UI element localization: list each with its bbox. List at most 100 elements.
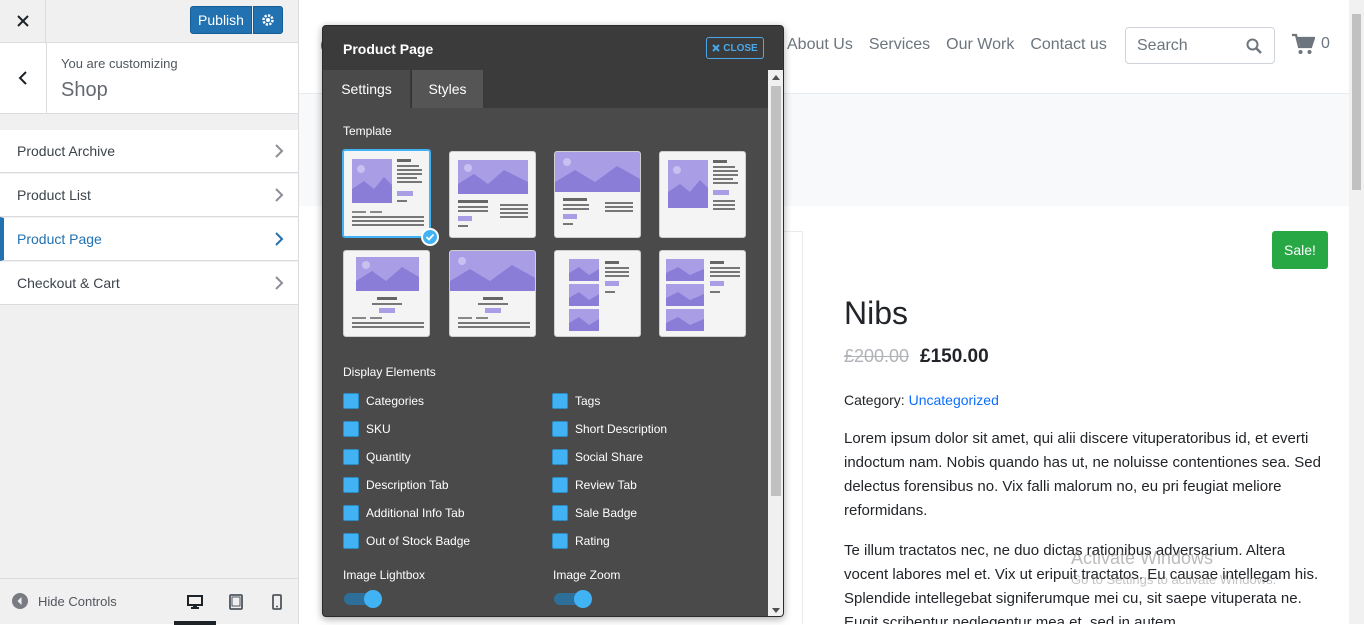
- checkbox[interactable]: [343, 449, 359, 465]
- chevron-right-icon: [275, 144, 284, 158]
- sidebar-item-product-page[interactable]: Product Page: [0, 217, 298, 261]
- nav-link-services[interactable]: Services: [869, 36, 930, 54]
- checkbox-tags[interactable]: Tags: [552, 393, 600, 409]
- search-placeholder: Search: [1137, 37, 1188, 54]
- checkbox[interactable]: [343, 477, 359, 493]
- customizer-sidebar: Publish You are customizing Shop Product…: [0, 0, 299, 625]
- checkbox-label: Rating: [575, 534, 610, 548]
- desktop-icon: [187, 595, 203, 609]
- template-option-2[interactable]: [449, 151, 536, 238]
- template-option-8[interactable]: [659, 250, 746, 337]
- chevron-left-icon: [18, 71, 27, 85]
- checkbox-review-tab[interactable]: Review Tab: [552, 477, 637, 493]
- template-option-3[interactable]: [554, 151, 641, 238]
- publish-settings-button[interactable]: [253, 6, 283, 34]
- site-search-input[interactable]: Search: [1125, 27, 1275, 64]
- template-preview-icon: [668, 160, 738, 210]
- checkbox-sale-badge[interactable]: Sale Badge: [552, 505, 637, 521]
- cart-count: 0: [1321, 35, 1330, 52]
- category-link[interactable]: Uncategorized: [909, 392, 999, 408]
- checkbox-rating[interactable]: Rating: [552, 533, 610, 549]
- close-icon: [712, 44, 720, 52]
- chevron-right-icon: [275, 276, 284, 290]
- collapse-arrow-icon: [12, 593, 28, 609]
- scroll-down-icon[interactable]: [772, 608, 780, 614]
- checkbox-description-tab[interactable]: Description Tab: [343, 477, 449, 493]
- site-navigation: About Us Services Our Work Contact us: [787, 36, 1123, 54]
- template-option-5[interactable]: [343, 250, 430, 337]
- checkbox[interactable]: [552, 477, 568, 493]
- checkbox-out-of-stock-badge[interactable]: Out of Stock Badge: [343, 533, 470, 549]
- checkbox-quantity[interactable]: Quantity: [343, 449, 411, 465]
- checkbox-short-description[interactable]: Short Description: [552, 421, 667, 437]
- checkbox-social-share[interactable]: Social Share: [552, 449, 643, 465]
- toggle-knob: [574, 590, 592, 608]
- back-button[interactable]: [0, 43, 47, 113]
- template-preview-icon: [352, 159, 424, 226]
- preview-desktop-button[interactable]: [174, 589, 216, 625]
- hide-controls-button[interactable]: Hide Controls: [12, 593, 117, 609]
- template-preview-icon: [450, 251, 535, 328]
- sidebar-menu: Product Archive Product List Product Pag…: [0, 129, 298, 305]
- tab-styles[interactable]: Styles: [411, 70, 483, 108]
- panel-scrollbar-thumb[interactable]: [771, 86, 781, 496]
- panel-scrollbar[interactable]: [768, 70, 783, 616]
- panel-header: Product Page CLOSE: [323, 26, 783, 70]
- preview-scrollbar-thumb[interactable]: [1352, 14, 1361, 190]
- sidebar-item-label: Product Page: [17, 231, 102, 247]
- sidebar-item-product-list[interactable]: Product List: [0, 173, 298, 217]
- toggle-knob: [364, 590, 382, 608]
- checkbox[interactable]: [343, 393, 359, 409]
- image-zoom-toggle[interactable]: [554, 590, 592, 608]
- image-lightbox-toggle[interactable]: [344, 590, 382, 608]
- preview-tablet-button[interactable]: [221, 589, 251, 615]
- windows-watermark-subtitle: Go to Settings to activate Windows.: [1071, 572, 1277, 587]
- checkbox[interactable]: [552, 533, 568, 549]
- sidebar-item-product-archive[interactable]: Product Archive: [0, 129, 298, 173]
- close-customizer-button[interactable]: [0, 0, 46, 42]
- sale-price: £150.00: [920, 346, 989, 367]
- nav-link-our-work[interactable]: Our Work: [946, 36, 1014, 54]
- template-preview-icon: [666, 259, 740, 331]
- template-option-1[interactable]: [342, 149, 431, 238]
- panel-close-button[interactable]: CLOSE: [706, 37, 764, 59]
- sidebar-item-label: Product List: [17, 187, 91, 203]
- checkbox-additional-info-tab[interactable]: Additional Info Tab: [343, 505, 465, 521]
- old-price: £200.00: [844, 346, 910, 366]
- template-option-6[interactable]: [449, 250, 536, 337]
- preview-mobile-button[interactable]: [262, 589, 292, 615]
- nav-link-about[interactable]: About Us: [787, 36, 853, 54]
- checkbox-sku[interactable]: SKU: [343, 421, 391, 437]
- image-zoom-label: Image Zoom: [553, 568, 621, 582]
- product-description-paragraph: Lorem ipsum dolor sit amet, qui alii dis…: [844, 430, 1321, 519]
- nav-link-contact[interactable]: Contact us: [1030, 36, 1106, 54]
- checkbox[interactable]: [552, 505, 568, 521]
- tablet-icon: [229, 594, 243, 610]
- checkbox[interactable]: [343, 505, 359, 521]
- template-option-4[interactable]: [659, 151, 746, 238]
- checkbox[interactable]: [552, 449, 568, 465]
- checkbox[interactable]: [343, 533, 359, 549]
- checkbox[interactable]: [343, 421, 359, 437]
- tab-settings[interactable]: Settings: [323, 70, 410, 108]
- publish-button[interactable]: Publish: [190, 6, 252, 34]
- cart-button[interactable]: 0: [1291, 33, 1330, 55]
- category-label: Category:: [844, 392, 905, 408]
- chevron-right-icon: [275, 232, 284, 246]
- checkbox-label: Tags: [575, 394, 601, 408]
- checkbox-label: Social Share: [575, 450, 644, 464]
- panel-tabs: Settings Styles: [323, 70, 783, 108]
- search-icon[interactable]: [1246, 38, 1262, 54]
- checkbox[interactable]: [552, 421, 568, 437]
- hide-controls-label: Hide Controls: [38, 593, 117, 609]
- checkbox-label: Out of Stock Badge: [366, 534, 471, 548]
- close-label: CLOSE: [723, 42, 758, 54]
- checkbox[interactable]: [552, 393, 568, 409]
- checkbox-categories[interactable]: Categories: [343, 393, 424, 409]
- template-option-7[interactable]: [554, 250, 641, 337]
- preview-scrollbar[interactable]: [1349, 0, 1364, 624]
- sidebar-item-label: Checkout & Cart: [17, 275, 120, 291]
- scroll-up-icon[interactable]: [772, 74, 780, 80]
- selected-check-icon: [421, 228, 439, 246]
- sidebar-item-checkout-cart[interactable]: Checkout & Cart: [0, 261, 298, 305]
